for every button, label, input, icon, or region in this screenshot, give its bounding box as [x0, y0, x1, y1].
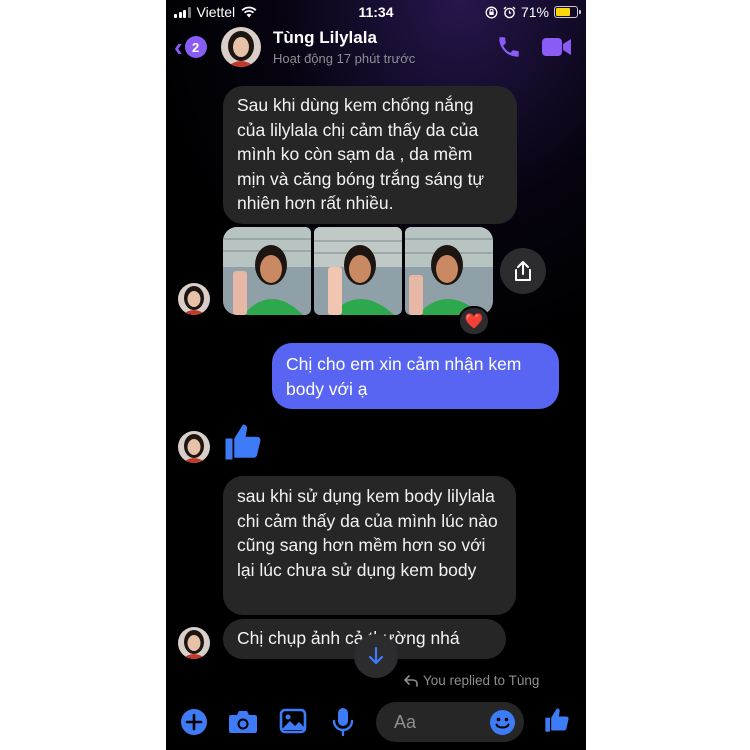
share-icon: [515, 261, 531, 281]
battery-percent: 71%: [520, 4, 549, 20]
chevron-left-icon: ‹: [174, 32, 183, 62]
arrow-down-icon: [368, 646, 384, 665]
incoming-message[interactable]: Sau khi dùng kem chống nắng của lilylala…: [223, 86, 517, 224]
photo-thumbnail[interactable]: [314, 227, 402, 315]
message-composer: Aa: [166, 698, 586, 750]
contact-name[interactable]: Tùng Lilylala: [273, 28, 377, 48]
incoming-message[interactable]: sau khi sử dụng kem body lilylala chi cả…: [223, 476, 516, 615]
back-button[interactable]: ‹ 2: [174, 32, 207, 62]
chat-header: ‹ 2 Tùng Lilylala Hoạt động 17 phút trướ…: [166, 24, 586, 74]
contact-avatar[interactable]: [221, 27, 261, 67]
reply-indicator-text: You replied to Tùng: [423, 673, 540, 688]
unread-badge: 2: [184, 36, 207, 58]
photo-attachments: [223, 227, 493, 315]
gallery-icon[interactable]: [279, 708, 307, 734]
outgoing-message[interactable]: Chị cho em xin cảm nhận kem body với ạ: [272, 343, 559, 409]
reply-indicator: You replied to Tùng: [404, 673, 539, 688]
thumbs-up-send-icon[interactable]: [543, 706, 571, 734]
camera-icon[interactable]: [228, 709, 258, 734]
thumbs-up-icon[interactable]: [222, 421, 264, 463]
status-right: 71%: [485, 4, 581, 20]
microphone-icon[interactable]: [332, 707, 354, 737]
active-status: Hoạt động 17 phút trước: [273, 51, 416, 66]
input-placeholder: Aa: [394, 712, 417, 732]
message-input[interactable]: Aa: [376, 702, 524, 742]
status-bar: Viettel 11:34 71%: [166, 0, 586, 24]
battery-icon: [554, 6, 581, 18]
battery-fill: [556, 8, 571, 16]
sender-avatar[interactable]: [178, 283, 210, 315]
heart-reaction[interactable]: ❤️: [458, 306, 490, 336]
plus-icon[interactable]: [180, 708, 208, 736]
emoji-icon[interactable]: [489, 709, 516, 736]
photo-thumbnail[interactable]: [405, 227, 493, 315]
sender-avatar[interactable]: [178, 431, 210, 463]
video-call-icon[interactable]: [542, 36, 572, 58]
reply-icon: [404, 674, 418, 687]
phone-screen: Viettel 11:34 71% ‹ 2 Tùng Lilylala Hoạt…: [166, 0, 586, 750]
scroll-down-button[interactable]: [354, 634, 398, 678]
share-button[interactable]: [500, 248, 546, 294]
photo-thumbnail[interactable]: [223, 227, 311, 315]
sender-avatar[interactable]: [178, 627, 210, 659]
phone-call-icon[interactable]: [496, 34, 522, 60]
alarm-icon: [503, 6, 516, 18]
orientation-lock-icon: [485, 6, 498, 18]
